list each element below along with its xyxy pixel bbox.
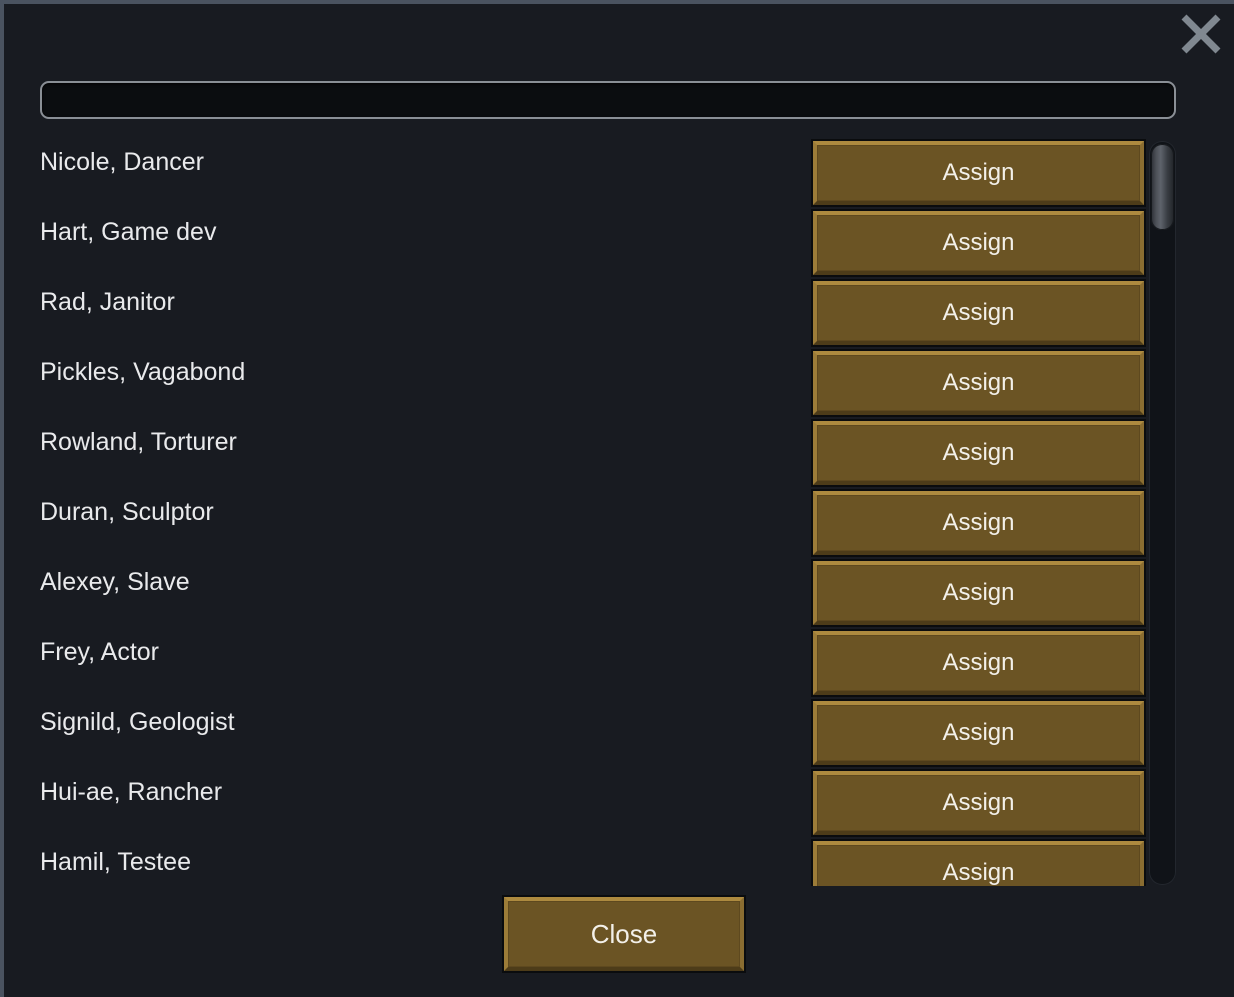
list-item: Hart, Game dev Assign [4,208,1234,278]
list-item: Pickles, Vagabond Assign [4,348,1234,418]
list-item: Rad, Janitor Assign [4,278,1234,348]
personnel-name: Hart, Game dev [40,218,217,246]
assign-button[interactable]: Assign [811,559,1146,627]
assign-button[interactable]: Assign [811,349,1146,417]
personnel-name: Duran, Sculptor [40,498,214,526]
assign-button[interactable]: Assign [811,629,1146,697]
assign-button[interactable]: Assign [811,279,1146,347]
assign-personnel-dialog: Nicole, Dancer Assign Hart, Game dev Assign… [0,0,1234,997]
assign-button[interactable]: Assign [811,839,1146,886]
personnel-name: Rowland, Torturer [40,428,237,456]
list-scrollbar[interactable] [1149,141,1176,885]
personnel-list: Nicole, Dancer Assign Hart, Game dev Assign… [4,138,1234,886]
personnel-name: Alexey, Slave [40,568,190,596]
personnel-name: Rad, Janitor [40,288,175,316]
list-item: Signild, Geologist Assign [4,698,1234,768]
personnel-name: Hui-ae, Rancher [40,778,223,806]
search-input[interactable] [40,81,1176,119]
assign-button[interactable]: Assign [811,209,1146,277]
assign-button[interactable]: Assign [811,489,1146,557]
list-item: Alexey, Slave Assign [4,558,1234,628]
assign-button[interactable]: Assign [811,699,1146,767]
assign-button[interactable]: Assign [811,769,1146,837]
close-icon[interactable] [1178,12,1224,56]
close-button[interactable]: Close [502,895,746,973]
assign-button[interactable]: Assign [811,139,1146,207]
list-item: Frey, Actor Assign [4,628,1234,698]
personnel-name: Signild, Geologist [40,708,235,736]
personnel-name: Hamil, Testee [40,848,191,876]
list-item: Hui-ae, Rancher Assign [4,768,1234,838]
personnel-name: Pickles, Vagabond [40,358,246,386]
list-item: Hamil, Testee Assign [4,838,1234,886]
list-item: Nicole, Dancer Assign [4,138,1234,208]
personnel-name: Frey, Actor [40,638,160,666]
list-item: Duran, Sculptor Assign [4,488,1234,558]
assign-button[interactable]: Assign [811,419,1146,487]
scrollbar-thumb[interactable] [1151,144,1174,230]
list-item: Rowland, Torturer Assign [4,418,1234,488]
personnel-name: Nicole, Dancer [40,148,204,176]
